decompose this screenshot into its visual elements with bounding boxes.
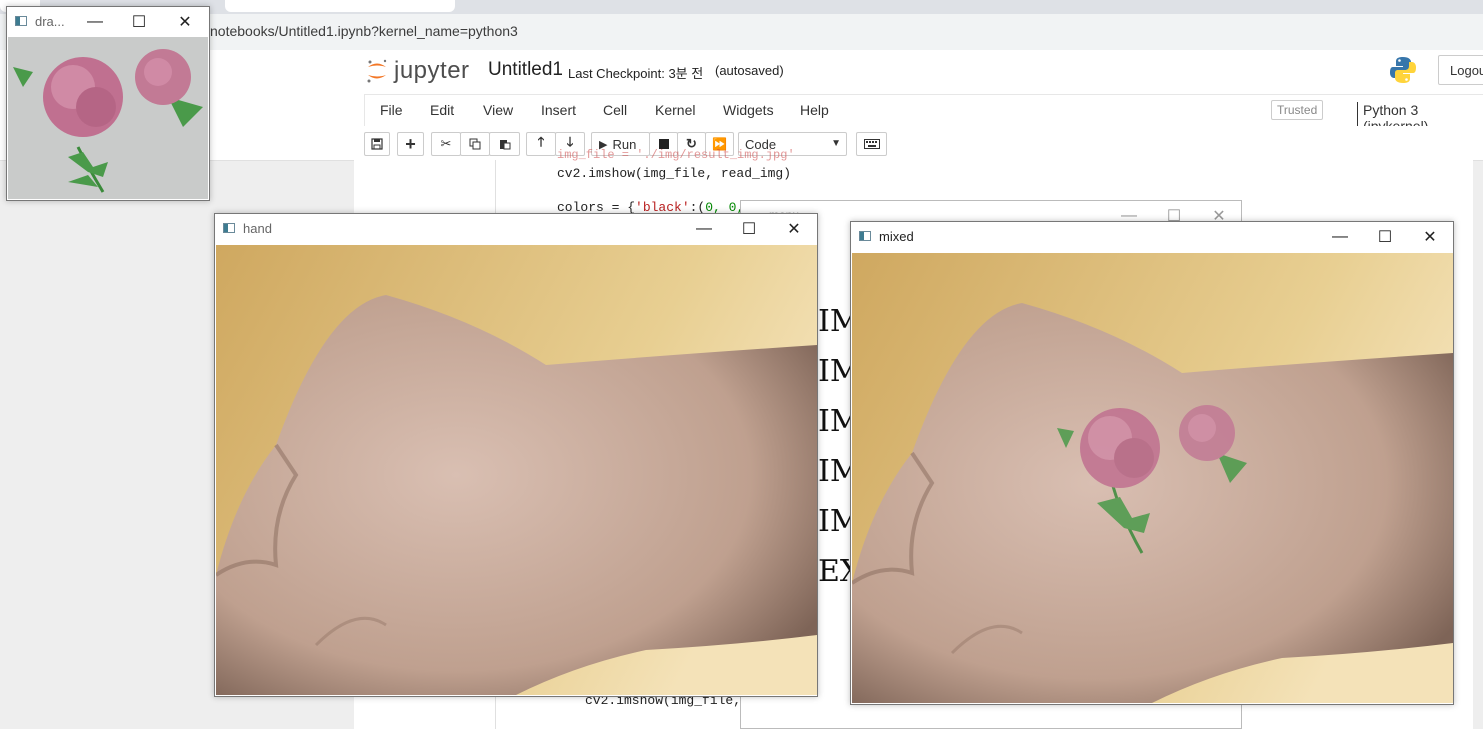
mixed-photo [852,253,1453,703]
notebook-name[interactable]: Untitled1 [488,59,563,81]
jupyter-logo-icon [367,59,387,83]
menu-file[interactable]: File [380,102,403,118]
copy-button[interactable] [460,132,490,156]
last-checkpoint: Last Checkpoint: 3분 전 [568,66,704,81]
minimize-icon[interactable]: — [73,7,117,37]
mixed-window-titlebar[interactable]: mixed — ☐ ✕ [851,222,1453,252]
jupyter-header: jupyter Untitled1 Last Checkpoint: 3분 전 … [0,50,1483,95]
browser-tab-strip [0,0,1483,14]
maximize-icon[interactable]: ☐ [117,7,161,37]
hand-photo [216,245,817,695]
move-up-button[interactable]: 🡑 [526,132,556,156]
minimize-icon[interactable]: — [681,214,727,244]
code-line-partial: img_file = './img/result_img.jpg' [557,148,795,162]
hand-window[interactable]: hand — ☐ ✕ [214,213,818,697]
jupyter-logo-text: jupyter [394,57,470,84]
jupyter-logo[interactable]: jupyter [366,56,470,86]
logout-button[interactable]: Logout [1438,55,1483,85]
address-bar[interactable]: notebooks/Untitled1.ipynb?kernel_name=py… [0,14,1483,50]
close-icon[interactable]: ✕ [771,214,817,244]
chevron-down-icon: ▼ [831,138,841,149]
window-app-icon [223,223,235,233]
menu-kernel[interactable]: Kernel [655,102,695,118]
drawing-window-titlebar[interactable]: dra... — ☐ ✕ [7,7,209,37]
close-icon[interactable]: ✕ [1407,222,1453,252]
plus-icon: + [405,133,416,154]
hand-window-title: hand [243,221,272,236]
menu-cell[interactable]: Cell [603,102,627,118]
trusted-badge[interactable]: Trusted [1271,100,1324,120]
insert-cell-button[interactable]: + [397,132,424,156]
paste-button[interactable] [489,132,520,156]
close-icon[interactable]: ✕ [163,7,207,37]
window-app-icon [859,231,871,241]
mixed-window[interactable]: mixed — ☐ ✕ [850,221,1454,705]
url-text: notebooks/Untitled1.ipynb?kernel_name=py… [210,23,518,39]
paste-icon [499,140,510,150]
scissors-icon: ✂ [440,136,452,151]
copy-icon [469,138,481,150]
maximize-icon[interactable]: ☐ [726,214,772,244]
minimize-icon[interactable]: — [1317,222,1363,252]
cut-button[interactable]: ✂ [431,132,461,156]
menu-widgets[interactable]: Widgets [723,102,774,118]
hand-window-titlebar[interactable]: hand — ☐ ✕ [215,214,817,244]
save-icon [371,138,383,150]
drawing-window[interactable]: dra... — ☐ ✕ [6,6,210,201]
keyboard-icon [863,139,880,149]
menu-edit[interactable]: Edit [430,102,454,118]
drawing-window-title: dra... [35,14,65,29]
autosave-status: (autosaved) [715,63,784,78]
arrow-up-icon: 🡑 [537,134,545,149]
menu-insert[interactable]: Insert [541,102,576,118]
window-app-icon [15,16,27,26]
mixed-window-title: mixed [879,229,914,244]
python-logo-icon [1390,57,1416,83]
command-palette-button[interactable] [856,132,887,156]
menu-view[interactable]: View [483,102,513,118]
maximize-icon[interactable]: ☐ [1362,222,1408,252]
save-button[interactable] [364,132,390,156]
browser-tab-active[interactable] [225,0,455,12]
menubar: File Edit View Insert Cell Kernel Widget… [0,94,1483,134]
menu-help[interactable]: Help [800,102,829,118]
code-line-imshow[interactable]: cv2.imshow(img_file, read_img) [557,166,791,181]
flower-drawing-image [8,37,208,199]
